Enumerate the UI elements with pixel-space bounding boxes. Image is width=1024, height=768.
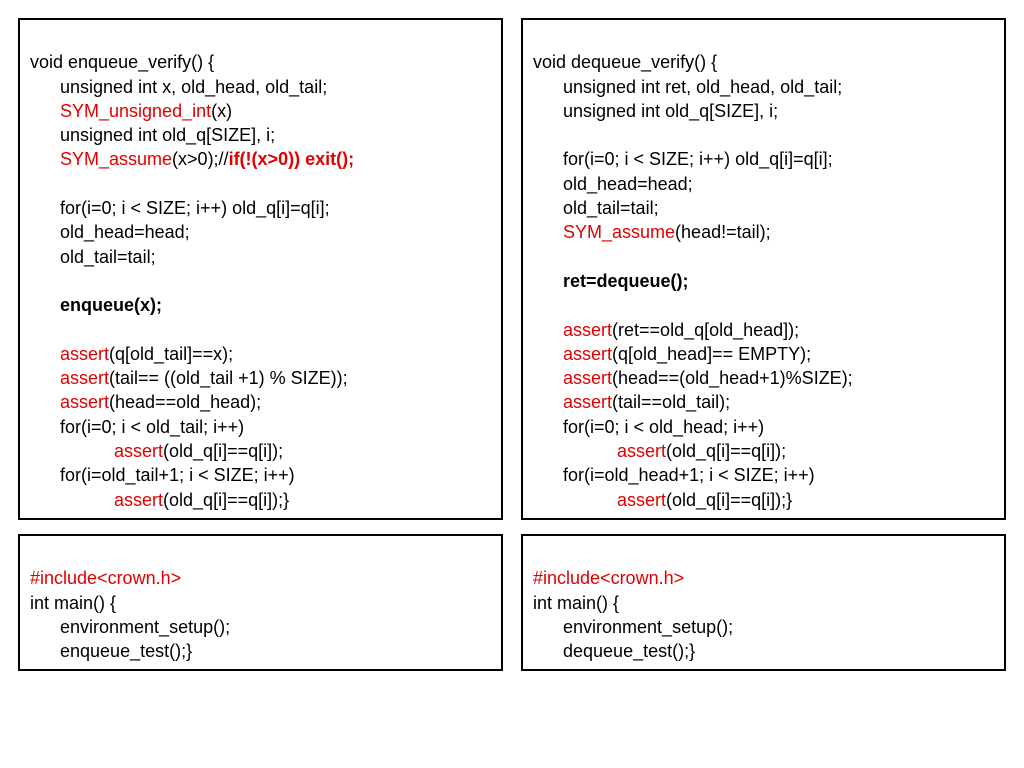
code-line: unsigned int x, old_head, old_tail; xyxy=(30,75,327,99)
code-line: for(i=0; i < SIZE; i++) old_q[i]=q[i]; xyxy=(30,196,330,220)
code-panels-grid: void enqueue_verify() { unsigned int x, … xyxy=(18,18,1006,671)
code-line: old_head=head; xyxy=(30,220,190,244)
code-text: (tail==old_tail); xyxy=(612,392,730,412)
blank-line xyxy=(30,271,35,291)
code-comment: if(!(x>0)) exit(); xyxy=(229,149,355,169)
code-assert: assert xyxy=(114,490,163,510)
code-assert: assert xyxy=(563,320,612,340)
blank-line xyxy=(533,247,538,267)
code-line: old_tail=tail; xyxy=(533,196,659,220)
code-text: (head==(old_head+1)%SIZE); xyxy=(612,368,853,388)
code-assert: assert xyxy=(563,344,612,364)
code-line: int main() { xyxy=(533,593,619,613)
code-assert: assert xyxy=(60,344,109,364)
code-line: for(i=old_tail+1; i < SIZE; i++) xyxy=(30,463,295,487)
code-line: unsigned int ret, old_head, old_tail; xyxy=(533,75,842,99)
code-line: for(i=0; i < old_tail; i++) xyxy=(30,415,244,439)
code-line: for(i=old_head+1; i < SIZE; i++) xyxy=(533,463,815,487)
code-text: (old_q[i]==q[i]); xyxy=(666,441,786,461)
code-text: (head!=tail); xyxy=(675,222,771,242)
code-include: #include<crown.h> xyxy=(533,568,684,588)
blank-line xyxy=(30,174,35,194)
code-assert: assert xyxy=(114,441,163,461)
code-line: for(i=0; i < old_head; i++) xyxy=(533,415,764,439)
code-line: enqueue_test();} xyxy=(30,639,192,663)
code-assert: assert xyxy=(60,368,109,388)
code-text: (q[old_tail]==x); xyxy=(109,344,233,364)
code-assert: assert xyxy=(60,392,109,412)
code-text: (x) xyxy=(211,101,232,121)
code-text: (head==old_head); xyxy=(109,392,261,412)
code-line: unsigned int old_q[SIZE], i; xyxy=(30,123,275,147)
code-text: (old_q[i]==q[i]);} xyxy=(666,490,792,510)
dequeue-main-panel: #include<crown.h> int main() { environme… xyxy=(521,534,1006,671)
code-line: unsigned int old_q[SIZE], i; xyxy=(533,99,778,123)
code-line: void dequeue_verify() { xyxy=(533,52,717,72)
blank-line xyxy=(533,125,538,145)
code-text: (tail== ((old_tail +1) % SIZE)); xyxy=(109,368,348,388)
code-assert: assert xyxy=(563,392,612,412)
code-assert: assert xyxy=(617,441,666,461)
code-assert: assert xyxy=(617,490,666,510)
code-line: dequeue_test();} xyxy=(533,639,695,663)
code-line: environment_setup(); xyxy=(533,615,733,639)
code-sym: SYM_assume xyxy=(60,149,172,169)
code-line: old_head=head; xyxy=(533,172,693,196)
enqueue-main-panel: #include<crown.h> int main() { environme… xyxy=(18,534,503,671)
enqueue-verify-panel: void enqueue_verify() { unsigned int x, … xyxy=(18,18,503,520)
code-text: (q[old_head]== EMPTY); xyxy=(612,344,811,364)
code-text: (old_q[i]==q[i]); xyxy=(163,441,283,461)
code-sym: SYM_unsigned_int xyxy=(60,101,211,121)
code-line: void enqueue_verify() { xyxy=(30,52,214,72)
blank-line xyxy=(533,295,538,315)
code-text: (ret==old_q[old_head]); xyxy=(612,320,799,340)
code-include: #include<crown.h> xyxy=(30,568,181,588)
code-text: (old_q[i]==q[i]);} xyxy=(163,490,289,510)
code-line: for(i=0; i < SIZE; i++) old_q[i]=q[i]; xyxy=(533,147,833,171)
code-call: ret=dequeue(); xyxy=(533,269,689,293)
code-sym: SYM_assume xyxy=(563,222,675,242)
code-line: int main() { xyxy=(30,593,116,613)
code-text: (x>0);// xyxy=(172,149,229,169)
code-line: environment_setup(); xyxy=(30,615,230,639)
dequeue-verify-panel: void dequeue_verify() { unsigned int ret… xyxy=(521,18,1006,520)
code-assert: assert xyxy=(563,368,612,388)
code-line: old_tail=tail; xyxy=(30,245,156,269)
code-call: enqueue(x); xyxy=(30,293,162,317)
blank-line xyxy=(30,320,35,340)
